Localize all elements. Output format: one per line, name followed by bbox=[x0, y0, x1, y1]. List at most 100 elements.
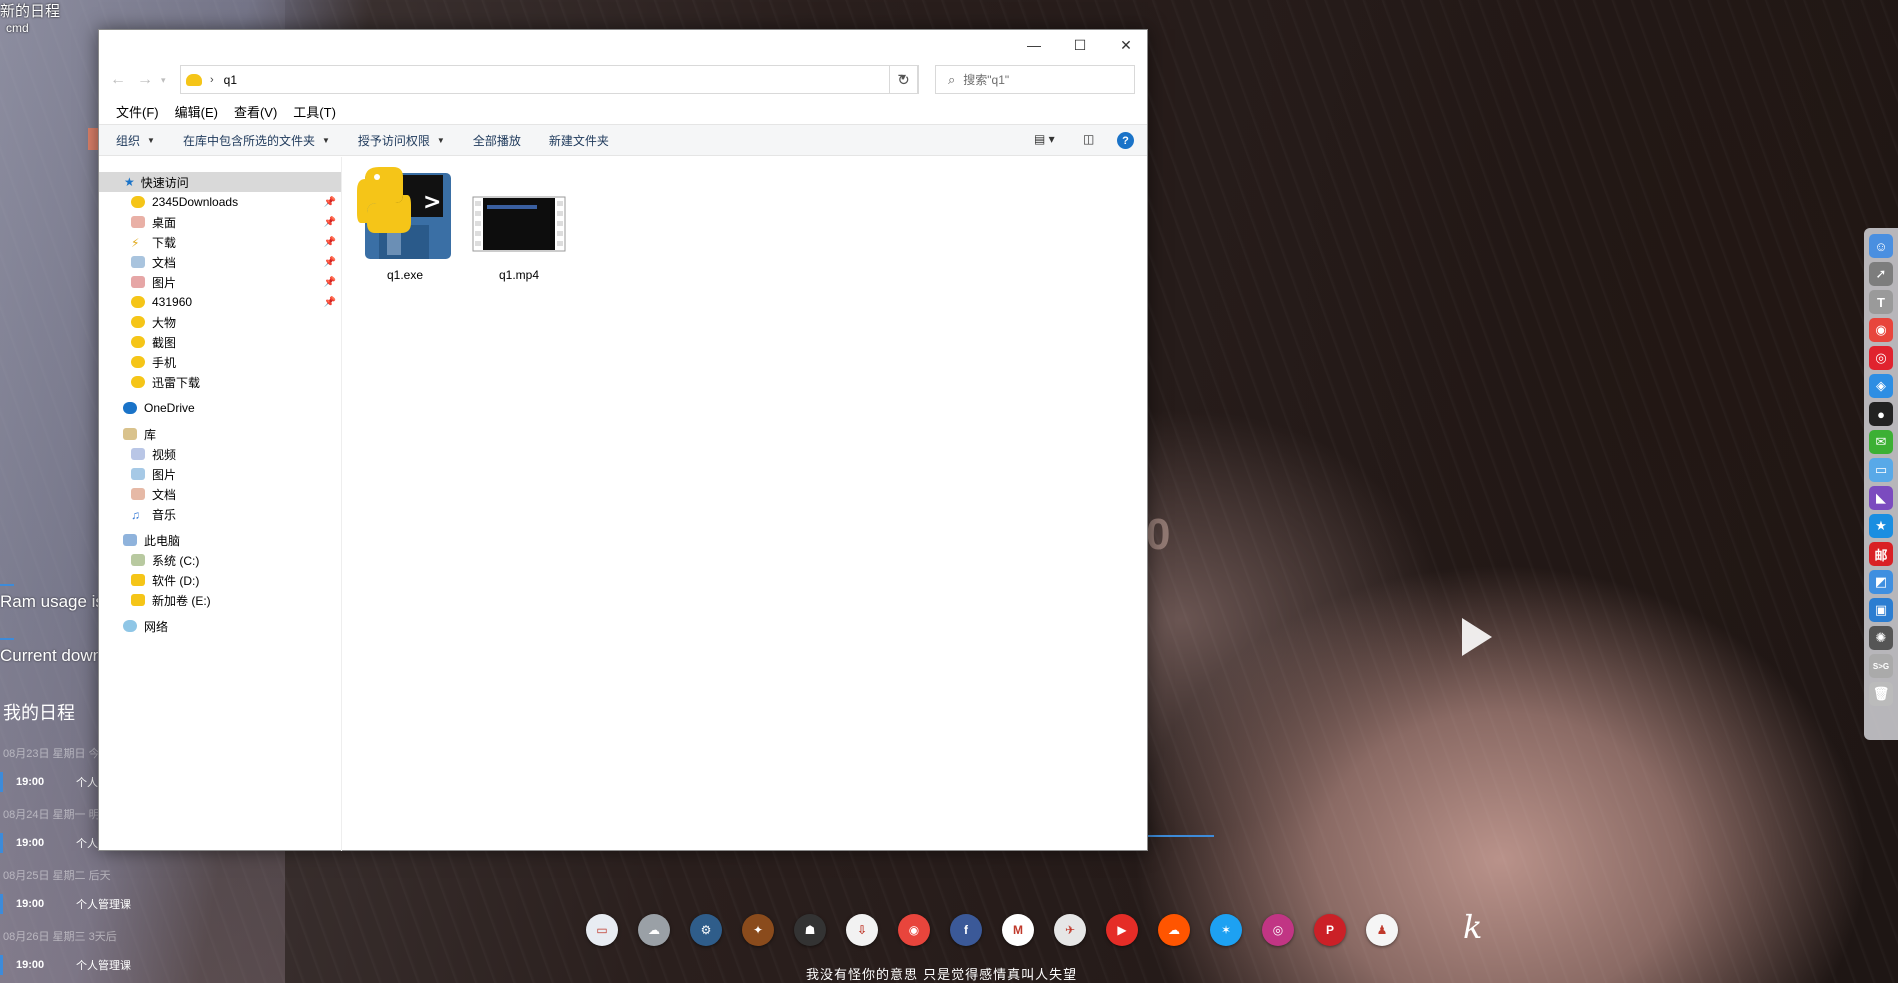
schedule-row[interactable]: 19:00 个人 bbox=[0, 772, 98, 792]
nav-drive-c[interactable]: 系统 (C:) bbox=[99, 550, 341, 570]
nav-onedrive[interactable]: OneDrive bbox=[99, 398, 341, 418]
menu-tools[interactable]: 工具(T) bbox=[293, 102, 336, 121]
file-item[interactable]: q1.mp4 bbox=[469, 165, 569, 282]
soundcloud-icon[interactable]: ☁ bbox=[1158, 914, 1190, 946]
drive-icon bbox=[131, 554, 145, 566]
typora-icon[interactable]: T bbox=[1869, 290, 1893, 314]
include-in-library-button[interactable]: 在库中包含所选的文件夹 ▼ bbox=[183, 132, 330, 149]
organize-button[interactable]: 组织 ▼ bbox=[116, 132, 155, 149]
view-options-icon[interactable]: ▤ ▾ bbox=[1034, 132, 1055, 146]
share-with-button[interactable]: 授予访问权限 ▼ bbox=[358, 132, 445, 149]
new-folder-button[interactable]: 新建文件夹 bbox=[549, 132, 609, 149]
finder-icon[interactable]: ☺ bbox=[1869, 234, 1893, 258]
schedule-row[interactable]: 19:00 个人 bbox=[0, 833, 98, 853]
menu-edit[interactable]: 编辑(E) bbox=[175, 102, 218, 121]
folder-icon bbox=[131, 316, 145, 328]
mail-icon[interactable]: 邮 bbox=[1869, 542, 1893, 566]
chrome-dock-icon[interactable]: ◉ bbox=[898, 914, 930, 946]
menu-bar: 文件(F) 编辑(E) 查看(V) 工具(T) bbox=[99, 99, 1147, 123]
gmail-icon[interactable]: M bbox=[1002, 914, 1034, 946]
menu-file[interactable]: 文件(F) bbox=[116, 102, 159, 121]
game2-icon[interactable]: ☗ bbox=[794, 914, 826, 946]
cloud-icon[interactable]: ☁ bbox=[638, 914, 670, 946]
nav-item-xunlei[interactable]: 迅雷下载 bbox=[99, 372, 341, 392]
nav-item-lib-pictures[interactable]: 图片 bbox=[99, 464, 341, 484]
wechat-icon[interactable]: ✉ bbox=[1869, 430, 1893, 454]
refresh-button[interactable]: ↻ bbox=[889, 65, 918, 94]
nav-item-pictures[interactable]: 图片 📌 bbox=[99, 272, 341, 292]
file-item[interactable]: > q1.exe bbox=[355, 165, 455, 282]
pinterest-icon[interactable]: P bbox=[1314, 914, 1346, 946]
shield-icon[interactable]: ◈ bbox=[1869, 374, 1893, 398]
nav-item-videos[interactable]: 视频 bbox=[99, 444, 341, 464]
sg-icon[interactable]: S>G bbox=[1869, 654, 1893, 678]
file-name: q1.mp4 bbox=[498, 268, 540, 282]
github-icon[interactable]: ♟ bbox=[1366, 914, 1398, 946]
youtube-icon[interactable]: ▶ bbox=[1106, 914, 1138, 946]
trash-icon[interactable]: 🗑 bbox=[1869, 682, 1893, 706]
star-app-icon[interactable]: ★ bbox=[1869, 514, 1893, 538]
address-path: q1 bbox=[223, 72, 238, 87]
play-icon[interactable] bbox=[1462, 618, 1492, 656]
draw-icon[interactable]: ◩ bbox=[1869, 570, 1893, 594]
schedule-date: 08月25日 星期二 后天 bbox=[3, 870, 111, 882]
schedule-row[interactable]: 19:00 个人管理课 bbox=[0, 894, 131, 914]
game1-icon[interactable]: ✦ bbox=[742, 914, 774, 946]
chevron-right-icon: › bbox=[210, 73, 214, 86]
bottom-dock: ▭ ☁ ⚙ ✦ ☗ ⇩ ◉ f M ✈ ▶ ☁ ✶ ◎ P ♟ bbox=[586, 914, 1398, 946]
nav-quick-access[interactable]: ★ 快速访问 bbox=[99, 172, 341, 192]
nav-drive-d[interactable]: 软件 (D:) bbox=[99, 570, 341, 590]
nav-drive-e[interactable]: 新加卷 (E:) bbox=[99, 590, 341, 610]
nav-network[interactable]: 网络 bbox=[99, 616, 341, 636]
nav-item-desktop[interactable]: 桌面 📌 bbox=[99, 212, 341, 232]
twitter-icon[interactable]: ✶ bbox=[1210, 914, 1242, 946]
recent-dropdown-icon[interactable]: ▾ bbox=[161, 75, 166, 86]
ram-usage-text: Ram usage is bbox=[0, 592, 104, 611]
nav-item-documents[interactable]: 文档 📌 bbox=[99, 252, 341, 272]
nav-item-downloads[interactable]: ⚡ 下载 📌 bbox=[99, 232, 341, 252]
rocket-icon[interactable]: ➚ bbox=[1869, 262, 1893, 286]
computer-icon[interactable]: ▭ bbox=[586, 914, 618, 946]
nav-item-music[interactable]: ♫ 音乐 bbox=[99, 504, 341, 524]
close-button[interactable]: ✕ bbox=[1103, 30, 1149, 60]
preview-pane-icon[interactable]: ◫ bbox=[1083, 132, 1094, 146]
forward-icon[interactable]: → bbox=[137, 71, 153, 89]
chromium-icon[interactable]: ✺ bbox=[1869, 626, 1893, 650]
nav-item-dawu[interactable]: 大物 bbox=[99, 312, 341, 332]
nav-item-phone[interactable]: 手机 bbox=[99, 352, 341, 372]
pin-icon: 📌 bbox=[323, 276, 336, 288]
facebook-icon[interactable]: f bbox=[950, 914, 982, 946]
search-input[interactable]: ⌕ 搜索"q1" bbox=[935, 65, 1135, 94]
photos-icon[interactable]: ▣ bbox=[1869, 598, 1893, 622]
schedule-date: 08月23日 星期日 今天 bbox=[3, 748, 111, 760]
back-icon[interactable]: ← bbox=[110, 71, 126, 89]
download-icon[interactable]: ⇩ bbox=[846, 914, 878, 946]
instagram-icon[interactable]: ◎ bbox=[1262, 914, 1294, 946]
folder-icon bbox=[131, 356, 145, 368]
maximize-button[interactable]: ☐ bbox=[1057, 30, 1103, 60]
star-icon: ★ bbox=[124, 175, 135, 189]
nav-this-pc[interactable]: 此电脑 bbox=[99, 530, 341, 550]
download-icon: ⚡ bbox=[131, 236, 140, 250]
deviantart-icon[interactable]: ✈ bbox=[1054, 914, 1086, 946]
nav-item-2345downloads[interactable]: 2345Downloads 📌 bbox=[99, 192, 341, 212]
nav-item-screenshots[interactable]: 截图 bbox=[99, 332, 341, 352]
steam-icon[interactable]: ⚙ bbox=[690, 914, 722, 946]
pin-icon: 📌 bbox=[323, 236, 336, 248]
minimize-button[interactable]: — bbox=[1011, 30, 1057, 60]
title-bar[interactable]: — ☐ ✕ bbox=[99, 30, 1147, 60]
nav-library[interactable]: 库 bbox=[99, 424, 341, 444]
download-bar bbox=[0, 638, 14, 640]
netease-music-icon[interactable]: ◎ bbox=[1869, 346, 1893, 370]
nav-item-431960[interactable]: 431960 📌 bbox=[99, 292, 341, 312]
address-bar[interactable]: › q1 ▾ bbox=[180, 65, 919, 94]
nav-item-lib-documents[interactable]: 文档 bbox=[99, 484, 341, 504]
visual-studio-icon[interactable]: ◣ bbox=[1869, 486, 1893, 510]
help-icon[interactable]: ? bbox=[1117, 132, 1134, 149]
folder-icon[interactable]: ▭ bbox=[1869, 458, 1893, 482]
schedule-row[interactable]: 19:00 个人管理课 bbox=[0, 955, 131, 975]
chrome-icon[interactable]: ◉ bbox=[1869, 318, 1893, 342]
play-all-button[interactable]: 全部播放 bbox=[473, 132, 521, 149]
qq-icon[interactable]: ● bbox=[1869, 402, 1893, 426]
menu-view[interactable]: 查看(V) bbox=[234, 102, 277, 121]
